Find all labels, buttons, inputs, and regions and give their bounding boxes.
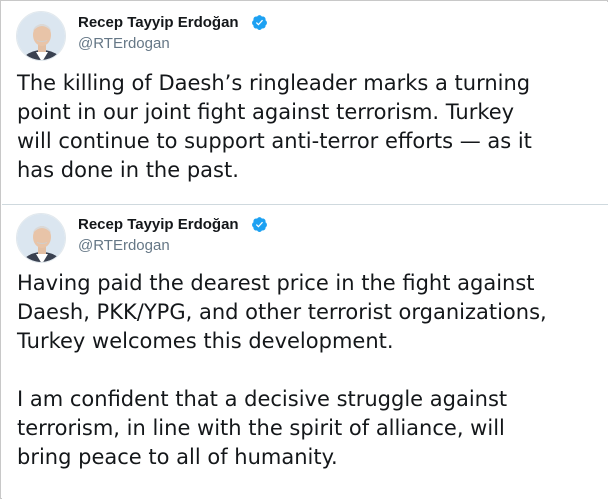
tweet-text: Having paid the dearest price in the fig… [17,271,547,469]
tweet-card[interactable]: Recep Tayyip Erdoğan @RTErdogan The kill… [2,2,608,204]
avatar[interactable] [16,11,66,61]
author-handle[interactable]: @RTErdogan [78,237,170,254]
tweet-text: The killing of Daesh’s ringleader marks … [17,71,532,182]
verified-badge-icon [251,14,268,31]
author-name[interactable]: Recep Tayyip Erdoğan [78,216,239,233]
verified-badge-icon [251,216,268,233]
tweet-card[interactable]: Recep Tayyip Erdoğan @RTErdogan Having p… [2,204,608,499]
tweet-thread: Recep Tayyip Erdoğan @RTErdogan The kill… [0,0,608,499]
author-name[interactable]: Recep Tayyip Erdoğan [78,14,239,31]
avatar[interactable] [16,213,66,263]
author-handle[interactable]: @RTErdogan [78,35,170,52]
